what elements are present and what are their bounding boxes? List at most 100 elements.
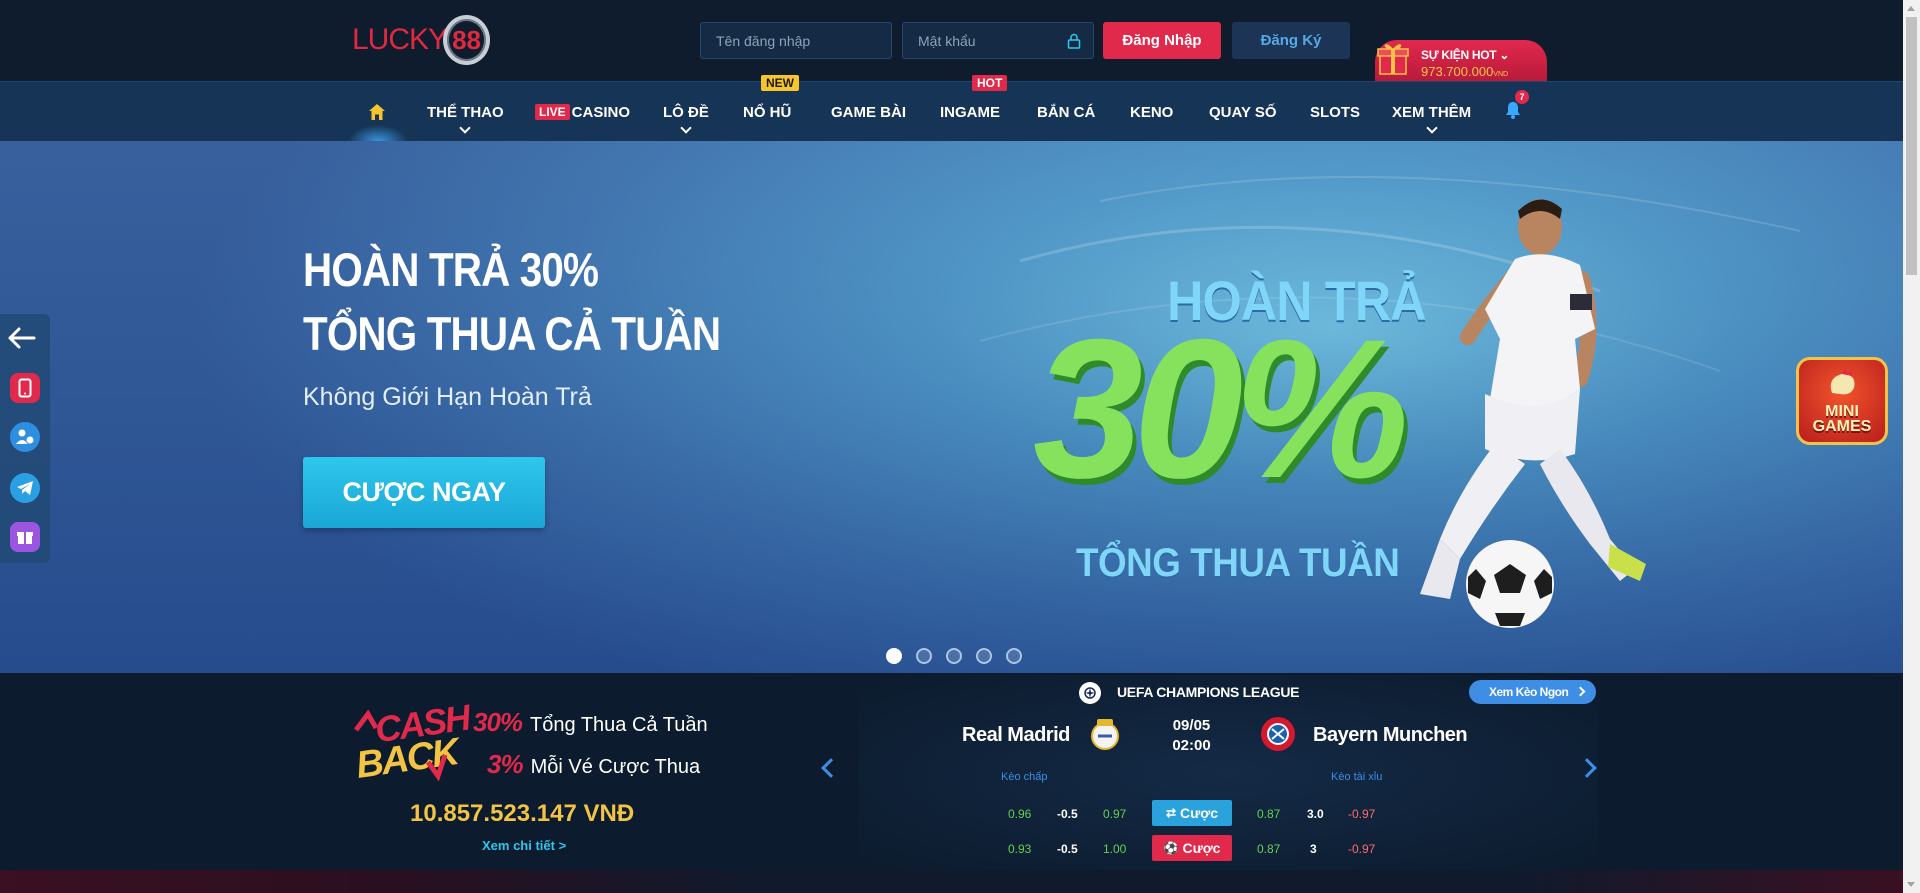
password-input[interactable] bbox=[918, 32, 1078, 49]
nav-label: NỔ HŨ bbox=[743, 103, 792, 121]
rooster-icon bbox=[1830, 369, 1855, 395]
gift-box-icon bbox=[17, 532, 33, 544]
active-nav-indicator bbox=[348, 125, 408, 141]
cashback-total-amount: 10.857.523.147 VNĐ bbox=[410, 800, 635, 827]
nav-label: BẮN CÁ bbox=[1037, 103, 1096, 121]
odds-handicap-home[interactable]: 0.93 bbox=[1008, 842, 1031, 856]
logo-text: LUCKY bbox=[352, 23, 448, 56]
site-logo[interactable]: LUCKY 88 bbox=[352, 12, 490, 68]
nav-label: KENO bbox=[1130, 103, 1174, 121]
match-time: 02:00 bbox=[1172, 737, 1211, 754]
site-header: LUCKY 88 Đăng Nhập Đăng Ký SỰ KIỆN HOT ⌄… bbox=[0, 0, 1903, 81]
nav-item-quay-so[interactable]: QUAY SỐ bbox=[1209, 82, 1277, 142]
carousel-dot[interactable] bbox=[1006, 648, 1022, 664]
login-button[interactable]: Đăng Nhập bbox=[1103, 22, 1221, 59]
mini-games-button[interactable]: MINI GAMES bbox=[1796, 357, 1888, 445]
odds-under[interactable]: -0.97 bbox=[1348, 842, 1375, 856]
home-team-name: Real Madrid bbox=[962, 724, 1070, 746]
home-icon bbox=[369, 104, 385, 120]
odds-handicap-away[interactable]: 1.00 bbox=[1103, 842, 1126, 856]
nav-item-the-thao[interactable]: THỂ THAO bbox=[427, 82, 504, 142]
banner-title-line1: HOÀN TRẢ 30% bbox=[303, 243, 599, 296]
telegram-button[interactable] bbox=[10, 473, 40, 503]
scroll-down-arrow[interactable] bbox=[1907, 882, 1915, 887]
nav-item-casino[interactable]: LIVE CASINO bbox=[535, 82, 630, 142]
odds-under[interactable]: -0.97 bbox=[1348, 807, 1375, 821]
lock-icon[interactable] bbox=[1067, 33, 1081, 49]
hot-event-amount: 973.700.000VND bbox=[1421, 64, 1509, 79]
scrollbar-thumb[interactable] bbox=[1906, 17, 1917, 275]
chevron-down-icon bbox=[1425, 122, 1438, 134]
cashback-ticket-pct: 3% bbox=[487, 749, 524, 779]
hot-badge: HOT bbox=[972, 75, 1008, 91]
nav-item-keno[interactable]: KENO bbox=[1130, 82, 1173, 142]
nav-label: GAME BÀI bbox=[831, 103, 906, 121]
carousel-dot[interactable] bbox=[976, 648, 992, 664]
mini-games-line1: MINI bbox=[1825, 403, 1859, 420]
over-under-label: Kèo tài xỉu bbox=[1331, 771, 1383, 783]
mini-games-line2: GAMES bbox=[1812, 418, 1872, 435]
cashback-details-link[interactable]: Xem chi tiết > bbox=[482, 838, 566, 853]
cashback-weekly-text: Tổng Thua Cả Tuần bbox=[530, 714, 708, 736]
support-button[interactable] bbox=[10, 422, 40, 452]
nav-item-ingame[interactable]: HOT INGAME bbox=[940, 75, 1008, 142]
odds-over[interactable]: 0.87 bbox=[1257, 807, 1280, 821]
odds-handicap-line: -0.5 bbox=[1057, 842, 1078, 856]
gift-icon bbox=[1377, 44, 1409, 75]
bet-handicap-button[interactable]: ⇄ Cược bbox=[1152, 800, 1232, 826]
chevron-down-icon: ⌄ bbox=[1499, 48, 1510, 62]
nav-label: INGAME bbox=[940, 103, 1000, 121]
main-nav: THỂ THAO LIVE CASINO LÔ ĐỀ NEW NỔ HŨ GAM… bbox=[0, 75, 1903, 142]
bet-now-button[interactable]: CƯỢC NGAY bbox=[303, 457, 545, 528]
cashback-arrows-icon bbox=[354, 709, 448, 782]
notification-count: 7 bbox=[1515, 90, 1529, 104]
view-odds-button[interactable]: Xem Kèo Ngon bbox=[1469, 680, 1596, 704]
odds-over[interactable]: 0.87 bbox=[1257, 842, 1280, 856]
bet-overunder-button[interactable]: ⚽ Cược bbox=[1152, 835, 1232, 861]
match-datetime: 09/05 02:00 bbox=[1169, 716, 1214, 756]
real-madrid-crest-icon bbox=[1091, 719, 1119, 750]
telegram-icon bbox=[17, 481, 33, 495]
gift-button[interactable] bbox=[10, 522, 40, 552]
chevron-down-icon bbox=[680, 122, 692, 134]
match-date: 09/05 bbox=[1172, 717, 1211, 734]
username-input[interactable] bbox=[716, 32, 876, 49]
notification-button[interactable]: 7 bbox=[1503, 82, 1529, 142]
banner-subtitle: Không Giới Hạn Hoàn Trả bbox=[303, 383, 592, 411]
nav-label: SLOTS bbox=[1310, 103, 1361, 121]
bet-button-label: Cược bbox=[1180, 805, 1219, 821]
cashback-line-ticket: 3% Mỗi Vé Cược Thua bbox=[487, 749, 700, 780]
floating-contact-sidebar bbox=[0, 314, 50, 563]
phone-icon bbox=[18, 378, 32, 398]
bet-button-label: Cược bbox=[1182, 840, 1221, 856]
carousel-dot[interactable] bbox=[886, 648, 902, 664]
cashback-line-weekly: 30% Tổng Thua Cả Tuần bbox=[473, 707, 708, 738]
arrow-left-icon[interactable] bbox=[6, 326, 36, 350]
league-name: UEFA CHAMPIONS LEAGUE bbox=[1117, 684, 1300, 700]
nav-item-game-bai[interactable]: GAME BÀI bbox=[831, 82, 906, 142]
carousel-dot[interactable] bbox=[946, 648, 962, 664]
page-scrollbar[interactable] bbox=[1903, 0, 1920, 893]
carousel-dot[interactable] bbox=[916, 648, 932, 664]
handicap-label: Kèo chấp bbox=[1001, 771, 1048, 783]
handicap-bet-icon: ⇄ bbox=[1165, 806, 1177, 820]
carousel-dots bbox=[886, 648, 1022, 664]
banner-title-line2: TỔNG THUA CẢ TUẦN bbox=[303, 307, 721, 360]
football-player-image bbox=[1420, 199, 1646, 628]
nav-item-slots[interactable]: SLOTS bbox=[1310, 82, 1360, 142]
scroll-up-arrow[interactable] bbox=[1907, 6, 1915, 11]
odds-handicap-away[interactable]: 0.97 bbox=[1103, 807, 1126, 821]
nav-item-ban-ca[interactable]: BẮN CÁ bbox=[1037, 82, 1095, 142]
nav-item-xem-them[interactable]: XEM THÊM bbox=[1392, 82, 1471, 142]
hero-banner[interactable]: HOÀN TRẢ 30% TỔNG THUA CẢ TUẦN Không Giớ… bbox=[0, 141, 1903, 673]
password-field-wrapper bbox=[902, 22, 1094, 59]
soccer-ball-icon: ⚽ bbox=[1163, 841, 1179, 855]
nav-item-no-hu[interactable]: NEW NỔ HŨ bbox=[743, 75, 799, 142]
hot-event-title[interactable]: SỰ KIỆN HOT ⌄ bbox=[1421, 48, 1509, 62]
mobile-app-button[interactable] bbox=[10, 373, 40, 403]
odds-handicap-home[interactable]: 0.96 bbox=[1008, 807, 1031, 821]
odds-handicap-line: -0.5 bbox=[1057, 807, 1078, 821]
register-button[interactable]: Đăng Ký bbox=[1232, 22, 1350, 59]
nav-item-lo-de[interactable]: LÔ ĐỀ bbox=[663, 82, 709, 142]
odds-total-line: 3.0 bbox=[1307, 807, 1324, 821]
